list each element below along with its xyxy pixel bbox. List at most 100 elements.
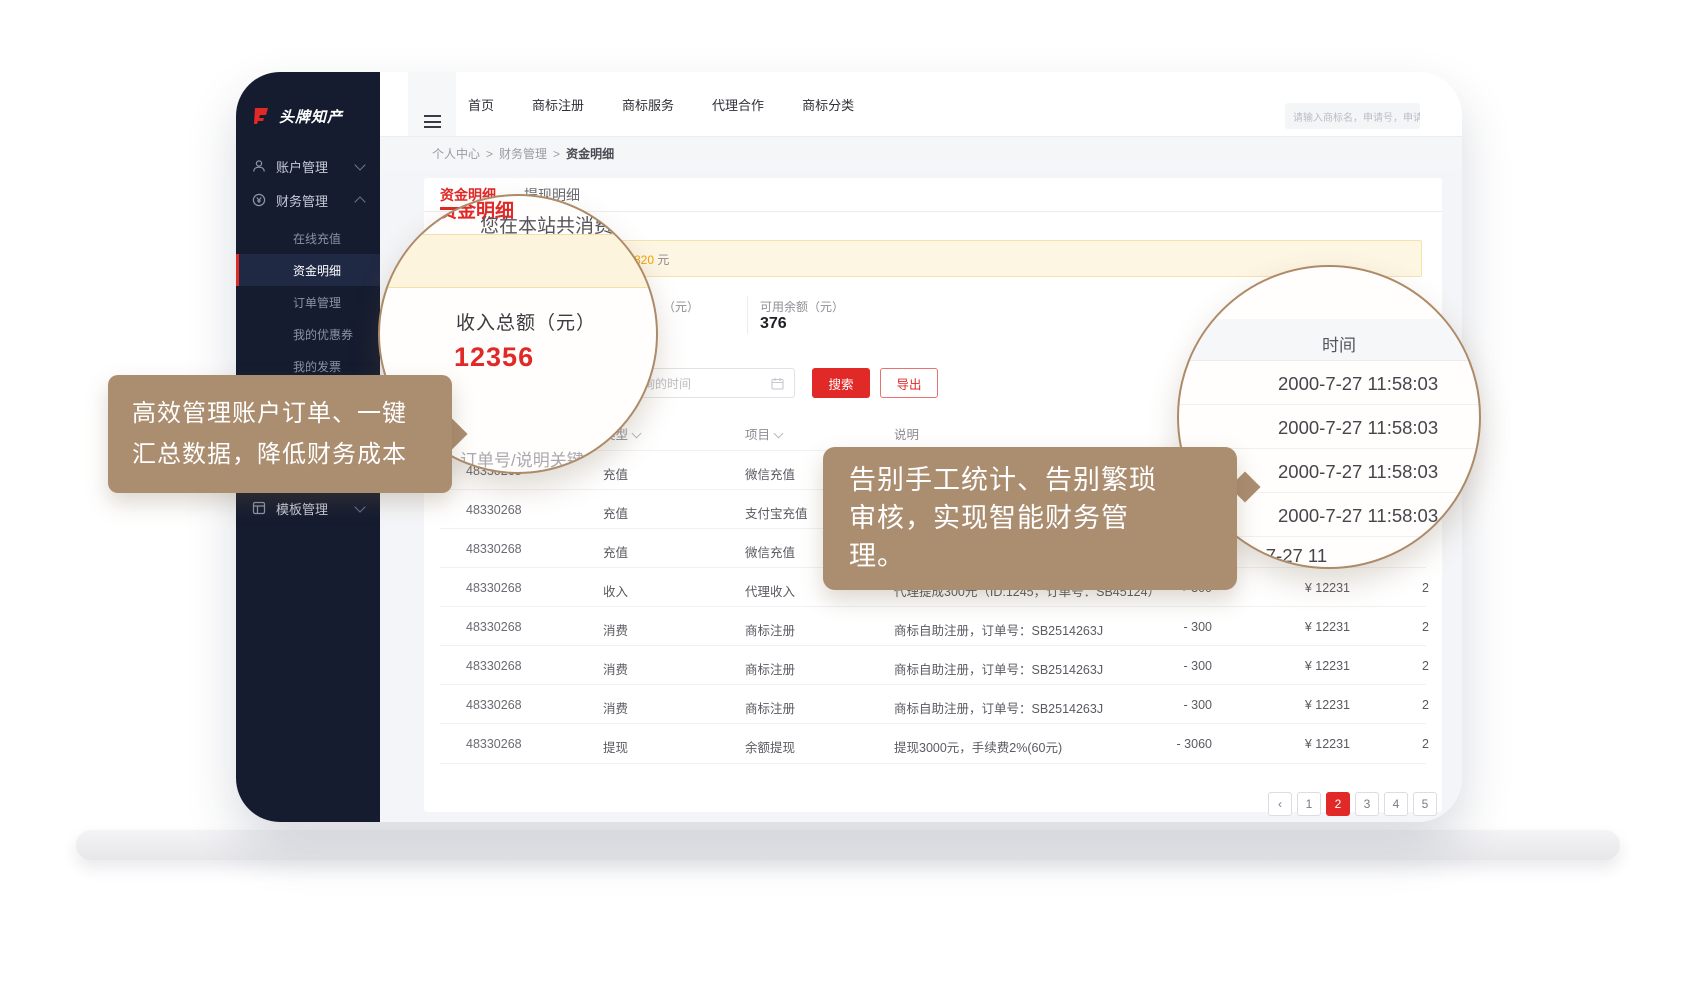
user-icon	[252, 159, 266, 173]
cell-amount: - 3060	[1177, 737, 1212, 751]
cell-amount: - 300	[1184, 698, 1213, 712]
breadcrumb-separator: >	[553, 147, 560, 161]
table-row[interactable]: 48330268 提现 余额提现 提现3000元，手续费2%(60元) - 30…	[440, 723, 1426, 764]
header-project[interactable]: 项目	[745, 424, 782, 443]
laptop-base	[76, 830, 1620, 860]
hamburger-icon[interactable]	[424, 115, 441, 128]
table-row[interactable]: 48330268 消费 商标注册 商标自助注册，订单号：SB2514263J -…	[440, 606, 1426, 646]
cell-amount: - 300	[1184, 620, 1213, 634]
cell-amount: - 300	[1184, 659, 1213, 673]
cell-desc: 提现3000元，手续费2%(60元)	[894, 737, 1062, 756]
callout-left: 高效管理账户订单、一键 汇总数据，降低财务成本	[108, 375, 452, 493]
cell-balance: ¥ 12231	[1305, 581, 1350, 595]
sidebar-subitem-label: 订单管理	[293, 294, 341, 311]
pagination-page-5[interactable]: 5	[1413, 792, 1437, 816]
sidebar-item-account[interactable]: 账户管理	[236, 150, 380, 182]
magnified-time-header: 时间	[1322, 331, 1356, 356]
sidebar-subitem-orders[interactable]: 订单管理	[236, 286, 380, 318]
search-placeholder: 请输入商标名，申请号，申请人	[1293, 109, 1420, 124]
header-desc: 说明	[894, 424, 919, 443]
cell-time: 2	[1422, 620, 1438, 634]
cell-time: 2	[1422, 737, 1438, 751]
pagination-page-4[interactable]: 4	[1384, 792, 1408, 816]
chevron-down-icon	[354, 159, 365, 170]
cell-order: 48330268	[466, 620, 522, 634]
nav-link-home[interactable]: 首页	[468, 95, 494, 114]
cell-project: 商标注册	[745, 698, 795, 717]
cell-project: 商标注册	[745, 659, 795, 678]
sidebar-item-label: 模板管理	[276, 499, 328, 518]
breadcrumb-separator: >	[486, 147, 493, 161]
sidebar-item-label: 财务管理	[276, 191, 328, 210]
cell-balance: ¥ 12231	[1305, 698, 1350, 712]
table-row[interactable]: 48330268 消费 商标注册 商标自助注册，订单号：SB2514263J -…	[440, 684, 1426, 724]
magnified-time-row-partial: 00-7-27 11	[1239, 545, 1327, 567]
export-button[interactable]: 导出	[880, 368, 938, 398]
sidebar-subitem-coupons[interactable]: 我的优惠券	[236, 318, 380, 350]
cell-balance: ¥ 12231	[1305, 737, 1350, 751]
cell-time: 2	[1422, 698, 1438, 712]
magnified-income-value: 12356	[454, 342, 534, 373]
sidebar-subitem-label: 我的优惠券	[293, 326, 353, 343]
cell-project: 支付宝充值	[745, 503, 808, 522]
page: 头牌知产 账户管理 财务管理 在线充值 资金明细	[0, 0, 1696, 1002]
magnified-banner-text: 您在本站共消费 32124 大	[480, 211, 658, 238]
search-input[interactable]: 请输入商标名，申请号，申请人	[1285, 103, 1420, 129]
sidebar-subitem-funds-active[interactable]: 资金明细	[236, 254, 380, 286]
pagination-prev[interactable]: ‹	[1268, 792, 1292, 816]
search-button[interactable]: 搜索	[812, 368, 870, 398]
breadcrumb-item[interactable]: 个人中心	[432, 145, 480, 162]
expense-label-fragment: （元）	[663, 298, 699, 315]
cell-order: 48330268	[466, 659, 522, 673]
logo[interactable]: 头牌知产	[252, 102, 372, 130]
cell-project: 微信充值	[745, 464, 795, 483]
cell-order: 48330268	[466, 737, 522, 751]
sidebar-subitem-label: 我的发票	[293, 358, 341, 375]
sidebar-item-templates[interactable]: 模板管理	[236, 492, 380, 524]
sidebar-subitem-recharge[interactable]: 在线充值	[236, 222, 380, 254]
finance-icon	[252, 193, 266, 207]
pagination-page-1[interactable]: 1	[1297, 792, 1321, 816]
calendar-icon	[771, 377, 784, 390]
nav-link-tm-category[interactable]: 商标分类	[802, 95, 854, 114]
nav-link-tm-service[interactable]: 商标服务	[622, 95, 674, 114]
nav-links: 首页 商标注册 商标服务 代理合作 商标分类	[468, 72, 854, 136]
magnified-banner	[378, 234, 658, 288]
cell-balance: ¥ 12231	[1305, 659, 1350, 673]
available-balance-label: 可用余额（元）	[760, 298, 844, 315]
callout-right-line2: 审核，实现智能财务管	[849, 499, 1211, 537]
cell-type: 收入	[603, 581, 628, 600]
cell-desc: 商标自助注册，订单号：SB2514263J	[894, 698, 1103, 717]
pagination-page-2-active[interactable]: 2	[1326, 792, 1350, 816]
pagination-page-3[interactable]: 3	[1355, 792, 1379, 816]
template-icon	[252, 501, 266, 515]
cell-project: 商标注册	[745, 620, 795, 639]
nav-link-agency[interactable]: 代理合作	[712, 95, 764, 114]
cell-type: 充值	[603, 503, 628, 522]
sidebar-item-finance[interactable]: 财务管理	[236, 184, 380, 216]
magnified-income-label: 收入总额（元）	[456, 308, 596, 335]
available-balance-value: 376	[760, 315, 787, 333]
cell-order: 48330268	[466, 503, 522, 517]
cell-time: 2	[1422, 581, 1438, 595]
callout-right: 告别手工统计、告别繁琐 审核，实现智能财务管 理。	[823, 447, 1237, 590]
magnified-time-row: 2000-7-27 11:58:03	[1179, 405, 1479, 449]
cell-desc: 商标自助注册，订单号：SB2514263J	[894, 620, 1103, 639]
cell-project: 微信充值	[745, 542, 795, 561]
active-indicator	[236, 254, 239, 286]
sidebar-item-label: 账户管理	[276, 157, 328, 176]
magnified-order-header-fragment: 订单号/说明关键	[460, 446, 584, 471]
cell-time: 2	[1422, 659, 1438, 673]
table-row[interactable]: 48330268 消费 商标注册 商标自助注册，订单号：SB2514263J -…	[440, 645, 1426, 685]
callout-right-line3: 理。	[849, 537, 1211, 575]
pagination: ‹ 1 2 3 4 5	[1268, 792, 1437, 816]
cell-type: 消费	[603, 698, 628, 717]
brand-flag-icon	[252, 106, 272, 126]
sort-icon	[632, 429, 642, 439]
stat-divider	[747, 296, 748, 334]
breadcrumb-item[interactable]: 财务管理	[499, 145, 547, 162]
cell-desc: 商标自助注册，订单号：SB2514263J	[894, 659, 1103, 678]
magnified-time-row: 2000-7-27 11:58:03	[1179, 361, 1479, 405]
nav-link-tm-register[interactable]: 商标注册	[532, 95, 584, 114]
cell-type: 充值	[603, 542, 628, 561]
